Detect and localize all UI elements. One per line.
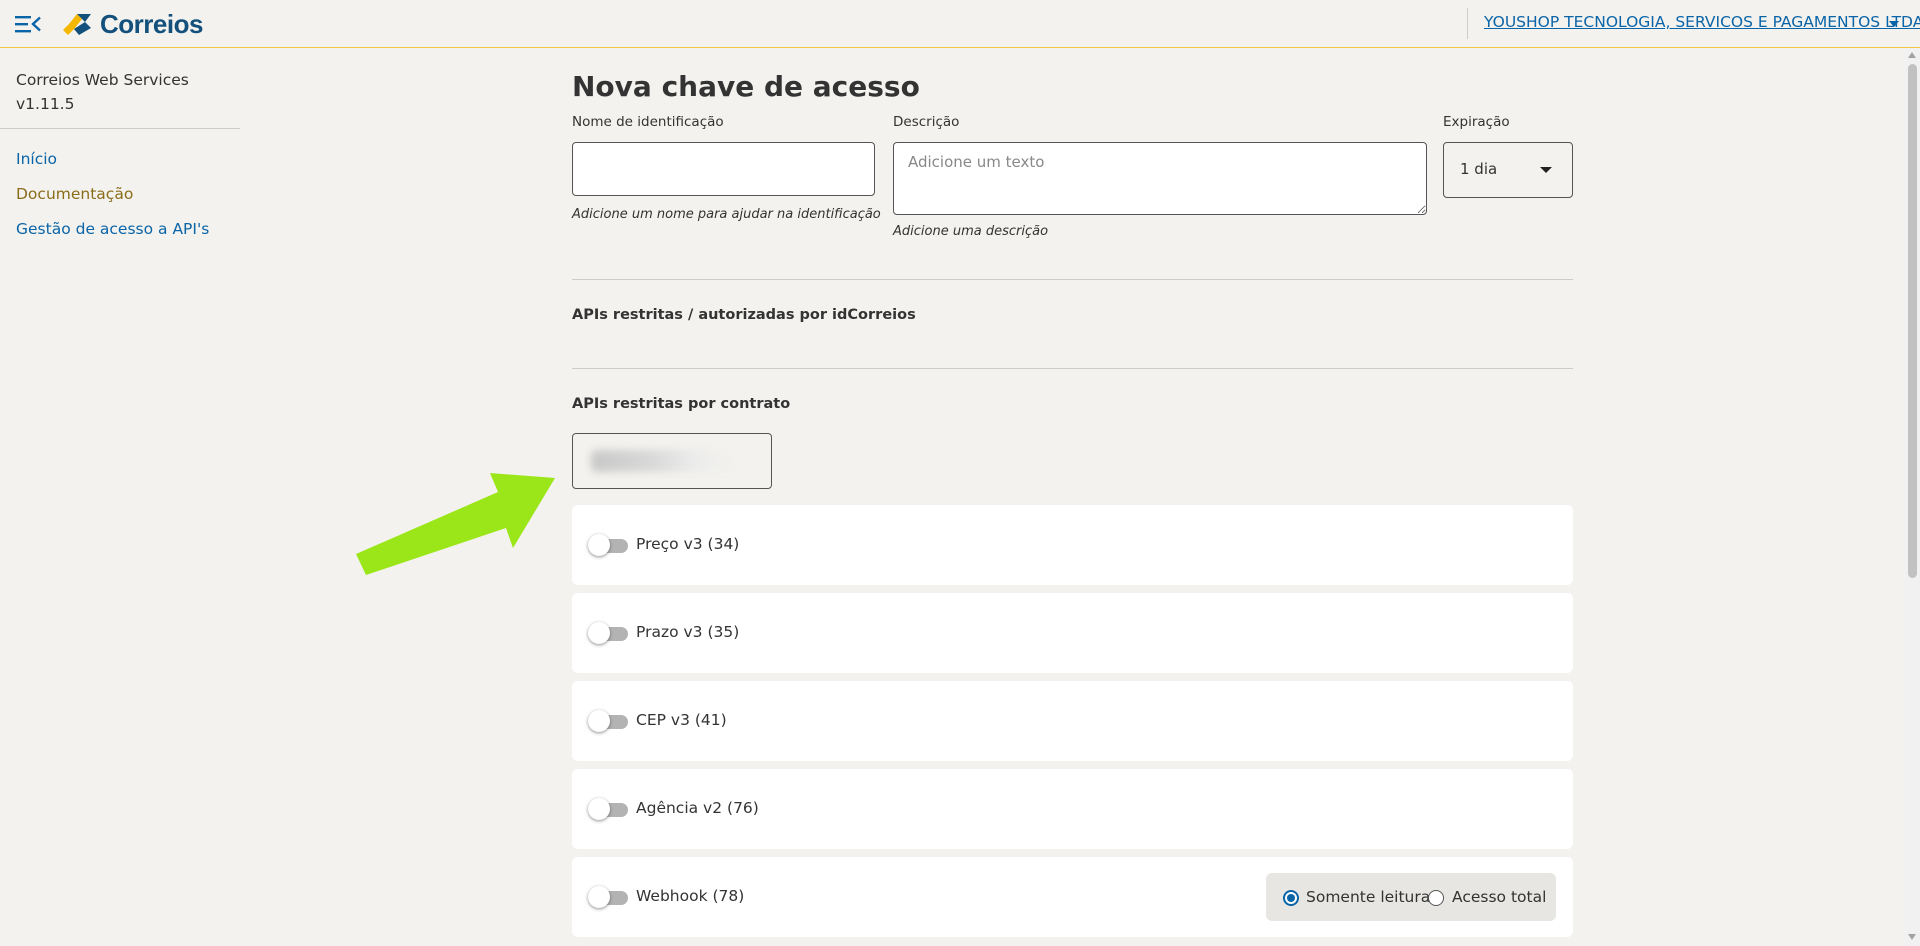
toggle-knob — [588, 710, 610, 732]
correios-logo[interactable]: Correios — [60, 9, 203, 39]
toggle-knob — [588, 798, 610, 820]
api-label: CEP v3 (41) — [636, 711, 727, 729]
description-field-label: Descrição — [893, 114, 960, 130]
webhook-permission-group: Somente leitura Acesso total — [1266, 873, 1556, 921]
api-card-preco: Preço v3 (34) — [572, 505, 1573, 585]
toggle-switch[interactable] — [588, 534, 628, 556]
contract-select[interactable] — [572, 433, 772, 489]
top-header: Correios YOUSHOP TECNOLOGIA, SERVICOS E … — [0, 0, 1920, 48]
section-title-idcorreios: APIs restritas / autorizadas por idCorre… — [572, 307, 916, 323]
toggle-switch[interactable] — [588, 798, 628, 820]
scrollbar[interactable] — [1905, 48, 1920, 946]
scroll-down-arrow-icon[interactable] — [1908, 934, 1916, 940]
caret-down-icon[interactable] — [1889, 21, 1899, 27]
scrollbar-thumb[interactable] — [1908, 64, 1917, 578]
sidebar-item-gestao-acesso[interactable]: Gestão de acesso a API's — [16, 220, 209, 238]
toggle-knob — [588, 886, 610, 908]
redacted-contract-number — [591, 450, 741, 472]
api-card-webhook: Webhook (78) Somente leitura Acesso tota… — [572, 857, 1573, 937]
name-input[interactable] — [572, 142, 875, 196]
radio-label-full-access[interactable]: Acesso total — [1452, 888, 1546, 906]
api-card-cep: CEP v3 (41) — [572, 681, 1573, 761]
api-label: Agência v2 (76) — [636, 799, 759, 817]
toggle-switch[interactable] — [588, 886, 628, 908]
api-label: Webhook (78) — [636, 887, 745, 905]
toggle-switch[interactable] — [588, 622, 628, 644]
scroll-up-arrow-icon[interactable] — [1908, 52, 1916, 58]
radio-read-only[interactable] — [1283, 890, 1299, 906]
app-name: Correios Web Services — [16, 71, 189, 89]
sidebar-divider — [0, 128, 240, 129]
sidebar-item-inicio[interactable]: Início — [16, 150, 57, 168]
green-arrow-annotation — [356, 473, 555, 575]
api-label: Prazo v3 (35) — [636, 623, 740, 641]
app-info: Correios Web Services v1.11.5 — [16, 68, 189, 116]
header-divider — [1467, 8, 1468, 39]
api-label: Preço v3 (34) — [636, 535, 740, 553]
correios-logo-icon — [63, 14, 91, 35]
section-divider — [572, 368, 1573, 369]
description-textarea[interactable] — [893, 142, 1427, 215]
radio-label-read-only[interactable]: Somente leitura — [1306, 888, 1430, 906]
name-helper-text: Adicione um nome para ajudar na identifi… — [572, 207, 881, 222]
company-selector[interactable]: YOUSHOP TECNOLOGIA, SERVICOS E PAGAMENTO… — [1484, 13, 1920, 31]
expiration-field-label: Expiração — [1443, 114, 1510, 130]
expiration-value: 1 dia — [1460, 160, 1498, 178]
toggle-knob — [588, 622, 610, 644]
caret-down-icon — [1540, 167, 1552, 173]
radio-full-access[interactable] — [1428, 890, 1444, 906]
description-helper-text: Adicione uma descrição — [893, 224, 1049, 239]
app-version: v1.11.5 — [16, 95, 75, 113]
logo-text: Correios — [100, 8, 203, 39]
toggle-switch[interactable] — [588, 710, 628, 732]
page-title: Nova chave de acesso — [572, 70, 920, 103]
menu-collapse-icon[interactable] — [15, 14, 41, 34]
section-title-contract: APIs restritas por contrato — [572, 396, 791, 412]
api-card-agencia: Agência v2 (76) — [572, 769, 1573, 849]
toggle-knob — [588, 534, 610, 556]
sidebar-item-documentacao[interactable]: Documentação — [16, 185, 133, 203]
section-divider — [572, 279, 1573, 280]
expiration-select[interactable]: 1 dia — [1443, 142, 1573, 198]
api-card-prazo: Prazo v3 (35) — [572, 593, 1573, 673]
name-field-label: Nome de identificação — [572, 114, 724, 130]
